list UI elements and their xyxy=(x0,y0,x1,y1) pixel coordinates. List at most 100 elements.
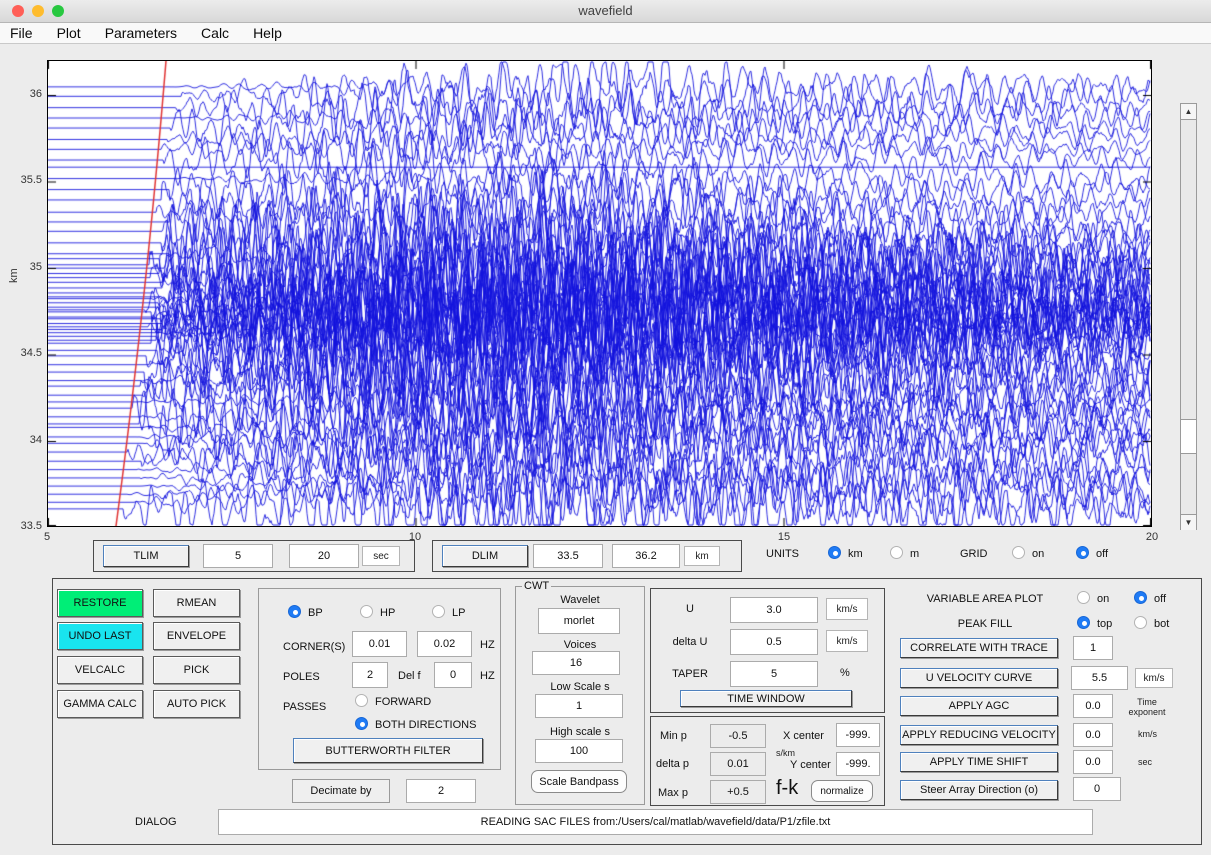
tlim-unit-box: sec xyxy=(362,546,400,566)
corner2-field[interactable] xyxy=(417,631,472,657)
seismogram-plot[interactable] xyxy=(47,60,1152,527)
high-scale-field[interactable] xyxy=(535,739,623,763)
u-velocity-field[interactable] xyxy=(1071,666,1128,690)
grid-off-radio[interactable] xyxy=(1076,546,1089,559)
delta-u-unit-box: km/s xyxy=(826,630,868,652)
menu-file[interactable]: File xyxy=(10,25,33,41)
corner1-field[interactable] xyxy=(352,631,407,657)
min-p-field[interactable] xyxy=(710,724,766,748)
min-p-label: Min p xyxy=(660,730,687,742)
scrollbar-thumb[interactable] xyxy=(1181,419,1196,454)
filter-hp-option[interactable]: HP xyxy=(380,607,395,619)
units-m-option[interactable]: m xyxy=(910,548,919,560)
filter-lp-radio[interactable] xyxy=(432,605,445,618)
vap-on-radio[interactable] xyxy=(1077,591,1090,604)
delta-u-field[interactable] xyxy=(730,629,818,655)
dlim-min-field[interactable] xyxy=(533,544,603,568)
y-center-label: Y center xyxy=(790,759,831,771)
passes-both-radio[interactable] xyxy=(355,717,368,730)
peak-bot-option[interactable]: bot xyxy=(1154,618,1169,630)
dlim-button[interactable]: DLIM xyxy=(442,545,528,567)
units-km-radio[interactable] xyxy=(828,546,841,559)
dlim-max-field[interactable] xyxy=(612,544,680,568)
reducing-velocity-field[interactable] xyxy=(1073,723,1113,747)
u-velocity-unit-box: km/s xyxy=(1135,668,1173,688)
voices-field[interactable] xyxy=(532,651,620,675)
y-tick: 36 xyxy=(0,88,42,101)
x-tick: 15 xyxy=(771,531,797,543)
grid-on-option[interactable]: on xyxy=(1032,548,1044,560)
correlate-trace-field[interactable] xyxy=(1073,636,1113,660)
u-field[interactable] xyxy=(730,597,818,623)
decimate-field[interactable] xyxy=(406,779,476,803)
undo-last-button[interactable]: UNDO LAST xyxy=(57,622,143,650)
decimate-button[interactable]: Decimate by xyxy=(292,779,390,803)
x-center-field[interactable] xyxy=(836,723,880,747)
filter-bp-radio[interactable] xyxy=(288,605,301,618)
delta-p-field[interactable] xyxy=(710,752,766,776)
agc-field[interactable] xyxy=(1073,694,1113,718)
u-unit-box: km/s xyxy=(826,598,868,620)
filter-bp-option[interactable]: BP xyxy=(308,607,323,619)
passes-forward-radio[interactable] xyxy=(355,694,368,707)
taper-field[interactable] xyxy=(730,661,818,687)
auto-pick-button[interactable]: AUTO PICK xyxy=(153,690,240,718)
steer-field[interactable] xyxy=(1073,777,1121,801)
filter-lp-option[interactable]: LP xyxy=(452,607,465,619)
units-m-radio[interactable] xyxy=(890,546,903,559)
rmean-button[interactable]: RMEAN xyxy=(153,589,240,617)
poles-hz-label: HZ xyxy=(480,670,495,682)
envelope-button[interactable]: ENVELOPE xyxy=(153,622,240,650)
menu-calc[interactable]: Calc xyxy=(201,25,229,41)
seismogram-canvas[interactable] xyxy=(48,61,1151,526)
vap-off-option[interactable]: off xyxy=(1154,593,1166,605)
max-p-label: Max p xyxy=(658,787,688,799)
grid-on-radio[interactable] xyxy=(1012,546,1025,559)
y-tick: 35 xyxy=(0,261,42,274)
low-scale-field[interactable] xyxy=(535,694,623,718)
peak-bot-radio[interactable] xyxy=(1134,616,1147,629)
wavefield-app: { "window": {"title": "wavefield"}, "men… xyxy=(0,0,1211,855)
poles-field[interactable] xyxy=(352,662,388,688)
time-shift-field[interactable] xyxy=(1073,750,1113,774)
steer-array-direction-button[interactable]: Steer Array Direction (o) xyxy=(900,780,1058,800)
apply-agc-button[interactable]: APPLY AGC xyxy=(900,696,1058,716)
plot-scrollbar[interactable]: ▲ ▼ xyxy=(1180,103,1197,530)
y-center-field[interactable] xyxy=(836,752,880,776)
velcalc-button[interactable]: VELCALC xyxy=(57,656,143,684)
delf-label: Del f xyxy=(398,670,421,682)
apply-time-shift-button[interactable]: APPLY TIME SHIFT xyxy=(900,752,1058,772)
butterworth-filter-button[interactable]: BUTTERWORTH FILTER xyxy=(293,738,483,763)
restore-button[interactable]: RESTORE xyxy=(57,589,143,617)
normalize-button[interactable]: normalize xyxy=(811,780,873,802)
delf-field[interactable] xyxy=(434,662,472,688)
menu-help[interactable]: Help xyxy=(253,25,282,41)
scroll-down-icon[interactable]: ▼ xyxy=(1181,514,1196,530)
tlim-min-field[interactable] xyxy=(203,544,273,568)
vap-off-radio[interactable] xyxy=(1134,591,1147,604)
tlim-button[interactable]: TLIM xyxy=(103,545,189,567)
max-p-field[interactable] xyxy=(710,780,766,804)
units-km-option[interactable]: km xyxy=(848,548,863,560)
grid-off-option[interactable]: off xyxy=(1096,548,1108,560)
peak-top-option[interactable]: top xyxy=(1097,618,1112,630)
vap-on-option[interactable]: on xyxy=(1097,593,1109,605)
passes-forward-option[interactable]: FORWARD xyxy=(375,696,431,708)
corners-hz-label: HZ xyxy=(480,639,495,651)
menu-parameters[interactable]: Parameters xyxy=(105,25,177,41)
time-window-button[interactable]: TIME WINDOW xyxy=(680,690,852,707)
wavelet-field[interactable] xyxy=(538,608,620,634)
x-tick: 20 xyxy=(1139,531,1165,543)
tlim-max-field[interactable] xyxy=(289,544,359,568)
scale-bandpass-button[interactable]: Scale Bandpass xyxy=(531,770,627,793)
scroll-up-icon[interactable]: ▲ xyxy=(1181,104,1196,120)
apply-reducing-velocity-button[interactable]: APPLY REDUCING VELOCITY xyxy=(900,725,1058,745)
menu-plot[interactable]: Plot xyxy=(57,25,81,41)
gamma-calc-button[interactable]: GAMMA CALC xyxy=(57,690,143,718)
pick-button[interactable]: PICK xyxy=(153,656,240,684)
correlate-with-trace-button[interactable]: CORRELATE WITH TRACE xyxy=(900,638,1058,658)
u-velocity-curve-button[interactable]: U VELOCITY CURVE xyxy=(900,668,1058,688)
filter-hp-radio[interactable] xyxy=(360,605,373,618)
passes-both-option[interactable]: BOTH DIRECTIONS xyxy=(375,719,476,731)
peak-top-radio[interactable] xyxy=(1077,616,1090,629)
